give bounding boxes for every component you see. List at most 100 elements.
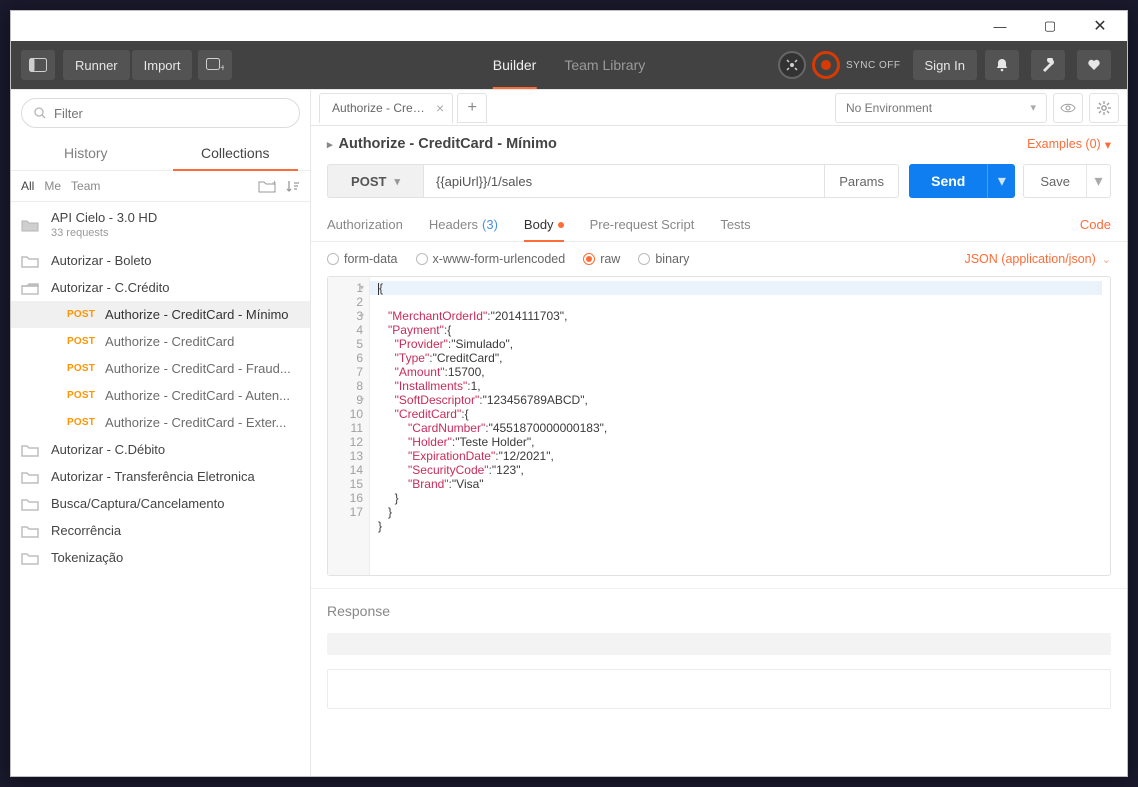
- filter-field[interactable]: [21, 98, 300, 128]
- window-maximize-button[interactable]: ▢: [1033, 18, 1067, 34]
- tab-collections[interactable]: Collections: [161, 136, 311, 170]
- url-input[interactable]: {{apiUrl}}/1/sales: [423, 164, 825, 198]
- send-dropdown[interactable]: ▾: [987, 164, 1015, 198]
- folder-icon: [21, 470, 39, 484]
- request-row[interactable]: POSTAuthorize - CreditCard - Auten...: [11, 382, 310, 409]
- collection-subtext: 33 requests: [51, 227, 157, 239]
- radio-form-data[interactable]: form-data: [327, 252, 398, 266]
- content-type-select[interactable]: JSON (application/json)⌄: [964, 252, 1111, 266]
- collection-header[interactable]: API Cielo - 3.0 HD 33 requests: [11, 202, 310, 247]
- chevron-right-icon: ▸: [327, 138, 333, 151]
- heart-icon: [1087, 58, 1101, 72]
- folder-icon: [21, 551, 39, 565]
- tab-history[interactable]: History: [11, 136, 161, 170]
- tab-body[interactable]: Body: [524, 208, 564, 241]
- dirty-dot: [558, 222, 564, 228]
- request-tab-row: Authorize - CreditCard - Mínimo × + No E…: [311, 90, 1127, 126]
- response-placeholder-bar: [327, 633, 1111, 655]
- tab-builder[interactable]: Builder: [493, 41, 537, 89]
- request-row[interactable]: POSTAuthorize - CreditCard - Exter...: [11, 409, 310, 436]
- filter-input[interactable]: [54, 106, 287, 121]
- request-row[interactable]: POSTAuthorize - CreditCard - Fraud...: [11, 355, 310, 382]
- folder-icon: [21, 497, 39, 511]
- params-button[interactable]: Params: [825, 164, 899, 198]
- scope-row: All Me Team +: [11, 170, 310, 202]
- radio-urlencoded[interactable]: x-www-form-urlencoded: [416, 252, 566, 266]
- gear-icon: [1097, 101, 1111, 115]
- env-settings-button[interactable]: [1089, 93, 1119, 123]
- save-dropdown[interactable]: ▾: [1086, 165, 1110, 197]
- sign-in-button[interactable]: Sign In: [913, 50, 977, 80]
- folder-icon: [21, 281, 39, 295]
- send-button[interactable]: Send ▾: [909, 164, 1015, 198]
- satellite-icon: [785, 58, 799, 72]
- editor-gutter: 1234567891011121314151617: [328, 277, 370, 575]
- add-request-tab[interactable]: +: [457, 93, 487, 123]
- window-close-button[interactable]: ✕: [1083, 16, 1117, 36]
- folder-row[interactable]: Recorrência: [11, 517, 310, 544]
- wrench-icon: [1040, 58, 1056, 72]
- folder-row[interactable]: Autorizar - Boleto: [11, 247, 310, 274]
- sync-status-text: SYNC OFF: [846, 60, 901, 71]
- request-label: Authorize - CreditCard - Exter...: [105, 415, 286, 430]
- folder-icon: [21, 524, 39, 538]
- sync-status-icon[interactable]: [812, 51, 840, 79]
- settings-button[interactable]: [1031, 50, 1065, 80]
- request-row[interactable]: POSTAuthorize - CreditCard - Mínimo: [11, 301, 310, 328]
- env-quicklook-button[interactable]: [1053, 93, 1083, 123]
- folder-row[interactable]: Tokenização: [11, 544, 310, 571]
- request-tab[interactable]: Authorize - CreditCard - Mínimo ×: [319, 93, 453, 123]
- request-row[interactable]: POSTAuthorize - CreditCard: [11, 328, 310, 355]
- environment-select[interactable]: No Environment ▾: [835, 93, 1047, 123]
- tab-authorization[interactable]: Authorization: [327, 208, 403, 241]
- examples-dropdown[interactable]: Examples (0)▾: [1027, 137, 1111, 152]
- request-tab-name: Authorize - CreditCard - Mínimo: [332, 101, 428, 115]
- folder-icon: [21, 443, 39, 457]
- folder-row[interactable]: Autorizar - Transferência Eletronica: [11, 463, 310, 490]
- folder-label: Autorizar - Transferência Eletronica: [51, 469, 255, 484]
- tab-team-library[interactable]: Team Library: [564, 41, 645, 89]
- request-title[interactable]: ▸ Authorize - CreditCard - Mínimo: [327, 136, 557, 152]
- body-type-row: form-data x-www-form-urlencoded raw bina…: [311, 242, 1127, 276]
- method-badge: POST: [67, 309, 95, 320]
- notifications-button[interactable]: [985, 50, 1019, 80]
- method-badge: POST: [67, 336, 95, 347]
- scope-me[interactable]: Me: [44, 179, 61, 193]
- method-select[interactable]: POST▾: [327, 164, 423, 198]
- svg-text:+: +: [220, 63, 224, 72]
- tab-headers[interactable]: Headers (3): [429, 208, 498, 241]
- eye-icon: [1060, 102, 1076, 114]
- toggle-sidebar-button[interactable]: [21, 50, 55, 80]
- tab-tests[interactable]: Tests: [720, 208, 750, 241]
- request-title-text: Authorize - CreditCard - Mínimo: [339, 136, 557, 152]
- body-editor[interactable]: 1234567891011121314151617 { "MerchantOrd…: [327, 276, 1111, 576]
- folder-row[interactable]: Busca/Captura/Cancelamento: [11, 490, 310, 517]
- folder-row[interactable]: Autorizar - C.Crédito: [11, 274, 310, 301]
- close-tab-icon[interactable]: ×: [436, 100, 444, 116]
- runner-button[interactable]: Runner: [63, 50, 130, 80]
- capture-icon[interactable]: [778, 51, 806, 79]
- heart-button[interactable]: [1077, 50, 1111, 80]
- sidebar-tabs: History Collections: [11, 136, 310, 170]
- radio-binary[interactable]: binary: [638, 252, 689, 266]
- import-button[interactable]: Import: [132, 50, 193, 80]
- scope-all[interactable]: All: [21, 179, 34, 193]
- tab-prerequest[interactable]: Pre-request Script: [590, 208, 695, 241]
- new-tab-button[interactable]: +: [198, 50, 232, 80]
- save-button[interactable]: Save ▾: [1023, 164, 1111, 198]
- editor-code[interactable]: { "MerchantOrderId":"2014111703", "Payme…: [370, 277, 1110, 575]
- app-window: — ▢ ✕ Runner Import + Builder Team Libra…: [10, 10, 1128, 777]
- scope-team[interactable]: Team: [71, 179, 100, 193]
- code-link[interactable]: Code: [1080, 217, 1111, 232]
- search-icon: [34, 107, 46, 119]
- center-tabs: Builder Team Library: [493, 41, 646, 89]
- response-header: Response: [311, 588, 1127, 627]
- bell-icon: [995, 58, 1009, 72]
- sort-icon[interactable]: [286, 179, 300, 193]
- new-folder-icon[interactable]: +: [258, 179, 276, 193]
- svg-text:+: +: [272, 179, 276, 188]
- folder-row[interactable]: Autorizar - C.Débito: [11, 436, 310, 463]
- folder-label: Busca/Captura/Cancelamento: [51, 496, 224, 511]
- window-minimize-button[interactable]: —: [983, 19, 1017, 34]
- radio-raw[interactable]: raw: [583, 252, 620, 266]
